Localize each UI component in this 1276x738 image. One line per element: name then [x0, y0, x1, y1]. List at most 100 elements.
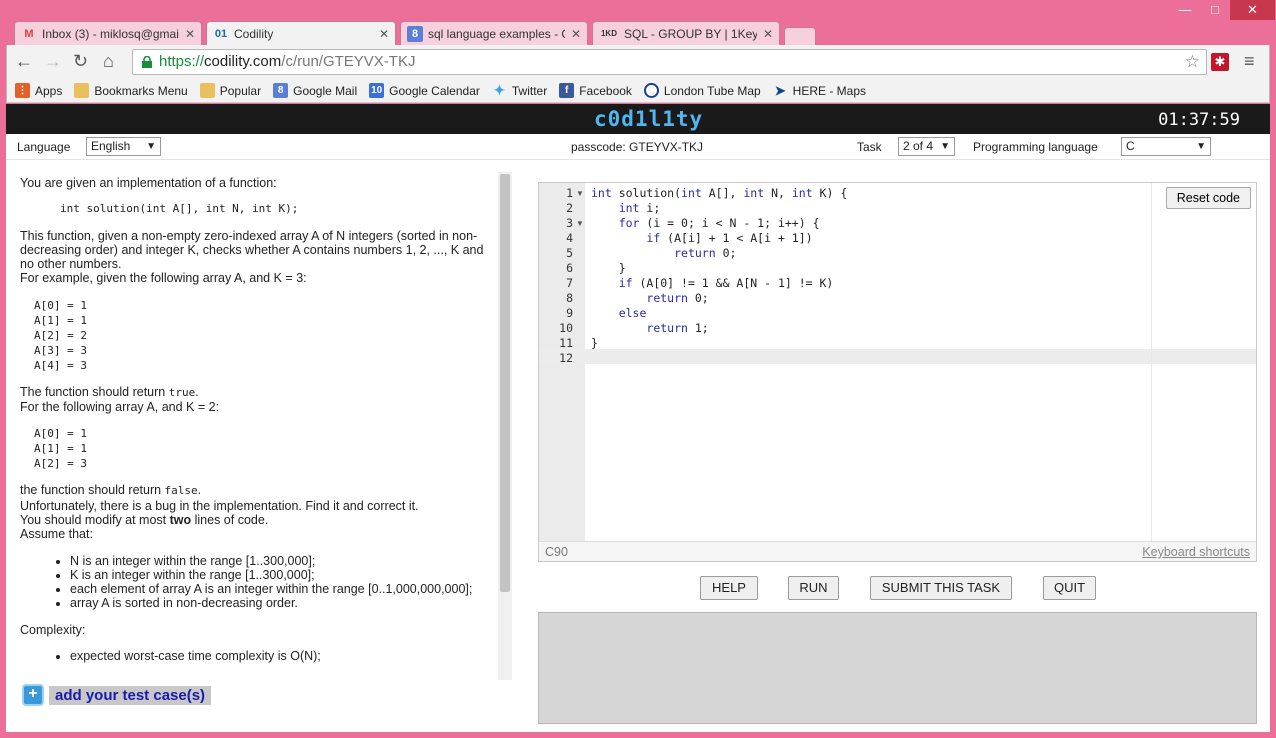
bookmarks-bar: ⋮ Apps Bookmarks Menu Popular 8 Google Mai… [6, 79, 1270, 103]
task-select[interactable]: 2 of 4 ▼ [898, 137, 955, 156]
new-tab-button[interactable] [784, 27, 816, 45]
return-true-text: The function should return true. [20, 384, 199, 399]
tab-close-icon[interactable]: ✕ [763, 27, 773, 41]
google-icon: 8 [273, 83, 289, 98]
minimize-icon[interactable]: — [1170, 0, 1200, 20]
tab-close-icon[interactable]: ✕ [571, 27, 581, 41]
code-line[interactable]: if (A[0] != 1 && A[N - 1] != K) [591, 276, 834, 290]
tab-title: sql language examples - G [428, 26, 565, 41]
code-line[interactable]: int i; [591, 201, 661, 215]
bookmark-apps[interactable]: ⋮ Apps [15, 83, 62, 98]
task-desc: This function, given a non-empty zero-in… [20, 228, 484, 272]
code-line[interactable]: return 0; [591, 246, 736, 260]
bookmark-google-mail[interactable]: 8 Google Mail [273, 83, 357, 98]
folder-icon [74, 83, 90, 98]
tab-inbox[interactable]: M Inbox (3) - miklosq@gmail ✕ [14, 21, 202, 45]
google-icon: 8 [407, 25, 423, 42]
tab-sql-examples[interactable]: 8 sql language examples - G ✕ [400, 21, 588, 45]
here-icon: ➤ [774, 82, 786, 98]
line-number: 12 [559, 351, 573, 365]
quit-button[interactable]: QUIT [1043, 576, 1096, 600]
return-false-text: the function should return false. [20, 483, 202, 498]
code-line[interactable]: } [591, 336, 598, 350]
browser-toolbar: ← → ↻ ⌂ https://codility.com/c/run/GTEYV… [6, 45, 1270, 79]
line-number: 7 [566, 276, 573, 290]
reset-code-button[interactable]: Reset code [1165, 187, 1251, 209]
line-number: 2 [566, 201, 573, 215]
url-host: codility.com [204, 53, 282, 70]
page: c0d1l1ty 01:37:59 Language English ▼ pass… [6, 104, 1270, 732]
line-number: 8 [566, 291, 573, 305]
assume-text: Assume that: [20, 527, 93, 542]
bug-text: Unfortunately, there is a bug in the imp… [20, 498, 419, 513]
maximize-icon[interactable]: □ [1200, 0, 1230, 20]
codility-header: c0d1l1ty 01:37:59 [6, 104, 1270, 134]
submit-task-button[interactable]: SUBMIT THIS TASK [870, 576, 1012, 600]
window-controls: — □ ✕ [1170, 0, 1275, 20]
bookmark-popular[interactable]: Popular [199, 83, 261, 98]
tab-title: Inbox (3) - miklosq@gmail [42, 26, 179, 41]
dropdown-arrow-icon: ▼ [1196, 141, 1206, 152]
gmail-icon: M [24, 27, 34, 40]
twitter-icon: ✦ [493, 82, 506, 98]
bookmark-here-maps[interactable]: ➤ HERE - Maps [773, 83, 866, 98]
help-button[interactable]: HELP [700, 576, 758, 600]
add-test-case-label[interactable]: add your test case(s) [49, 685, 212, 705]
programming-language-select[interactable]: C ▼ [1121, 137, 1211, 156]
codility-icon: 01 [214, 28, 228, 40]
tab-codility[interactable]: 01 Codility ✕ [206, 21, 396, 46]
bookmark-bookmarks-menu[interactable]: Bookmarks Menu [74, 83, 188, 98]
code-line[interactable]: for (i = 0; i < N - 1; i++) { [591, 216, 820, 230]
calendar-icon: 10 [369, 83, 385, 98]
language-select[interactable]: English ▼ [86, 137, 161, 156]
bookmark-facebook[interactable]: f Facebook [559, 83, 632, 98]
tab-title: Codility [234, 27, 274, 41]
home-icon[interactable]: ⌂ [103, 52, 114, 70]
dialect-label: C90 [545, 545, 568, 559]
modify-text: You should modify at most two lines of c… [20, 512, 269, 527]
code-line[interactable]: else [591, 306, 647, 320]
code-line[interactable]: if (A[i] + 1 < A[i + 1]) [591, 231, 812, 245]
code-line[interactable]: int solution(int A[], int N, int K) { [591, 186, 847, 200]
bookmark-star-icon[interactable]: ☆ [1185, 50, 1200, 74]
back-icon[interactable]: ← [15, 52, 33, 70]
code-line[interactable]: return 1; [591, 321, 708, 335]
add-test-case[interactable]: + add your test case(s) [22, 684, 212, 706]
tab-sql-group-by[interactable]: 1KD SQL - GROUP BY | 1Keydata ✕ [592, 21, 780, 45]
complexity-list: expected worst-case time complexity is O… [20, 649, 498, 663]
forward-icon[interactable]: → [44, 52, 62, 70]
reload-icon[interactable]: ↻ [73, 52, 88, 70]
tab-close-icon[interactable]: ✕ [379, 27, 389, 41]
task-description: You are given an implementation of a fun… [20, 176, 498, 663]
bookmark-twitter[interactable]: ✦ Twitter [492, 82, 548, 98]
1keydata-icon: 1KD [600, 29, 617, 38]
keyboard-shortcuts-link[interactable]: Keyboard shortcuts [1142, 545, 1250, 559]
plus-icon[interactable]: + [22, 684, 44, 706]
fold-arrow-icon[interactable]: ▼ [576, 189, 584, 198]
code-line[interactable]: } [591, 261, 626, 275]
output-panel [538, 612, 1257, 724]
menu-icon[interactable]: ≡ [1244, 51, 1255, 72]
line-number: 10 [559, 321, 573, 335]
line-number: 1 [566, 186, 573, 200]
address-bar[interactable]: https://codility.com/c/run/GTEYVX-TKJ ☆ [132, 49, 1207, 75]
line-number: 5 [566, 246, 573, 260]
extension-icon[interactable]: ✱ [1211, 53, 1229, 71]
url-path: /c/run/GTEYVX-TKJ [281, 53, 416, 70]
task-scrollbar-thumb[interactable] [500, 174, 510, 592]
bookmark-google-calendar[interactable]: 10 Google Calendar [369, 83, 480, 98]
code-line[interactable]: return 0; [591, 291, 708, 305]
close-window-icon[interactable]: ✕ [1230, 0, 1275, 20]
tab-close-icon[interactable]: ✕ [185, 27, 195, 41]
fold-arrow-icon[interactable]: ▼ [576, 219, 584, 228]
tab-title: SQL - GROUP BY | 1Keydata [624, 26, 757, 41]
run-button[interactable]: RUN [788, 576, 839, 600]
bookmark-london-tube-map[interactable]: London Tube Map [643, 83, 761, 98]
task-label: Task [857, 140, 882, 154]
control-bar: Language English ▼ passcode: GTEYVX-TKJ T… [6, 134, 1270, 160]
line-number: 3 [566, 216, 573, 230]
code-editor[interactable]: 1 ▼ int solution(int A[], int N, int K) {2… [538, 182, 1257, 562]
line-number: 11 [559, 336, 573, 350]
apps-grid-icon: ⋮ [15, 83, 30, 98]
line-number: 6 [566, 261, 573, 275]
